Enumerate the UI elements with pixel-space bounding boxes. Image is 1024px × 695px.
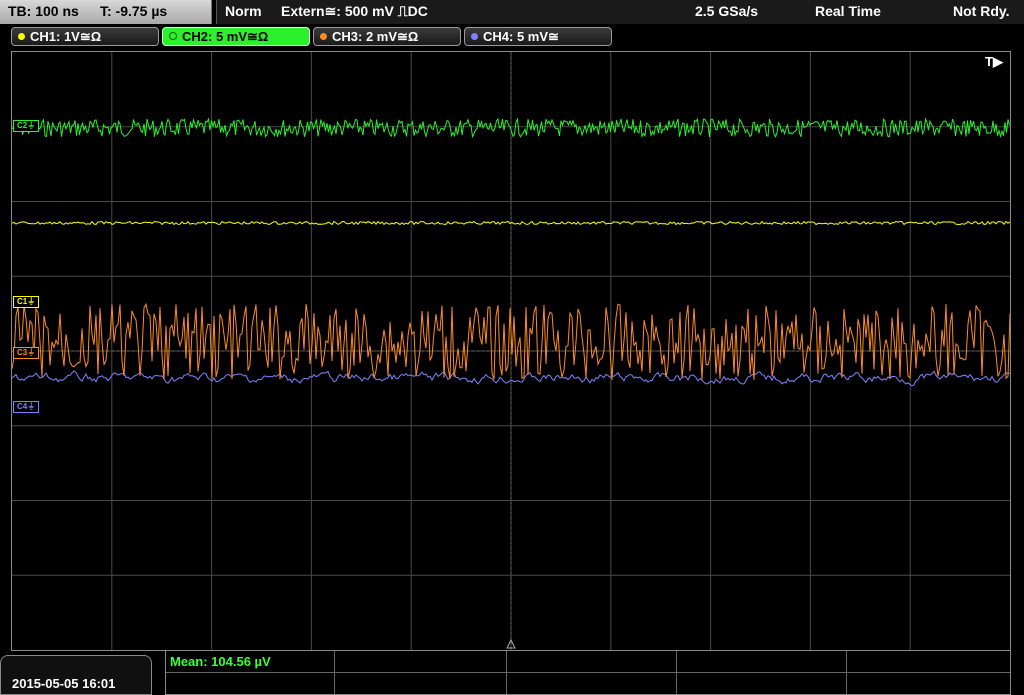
ch1-color-icon	[18, 33, 25, 40]
channel-4-button[interactable]: CH4: 5 mV≅	[464, 27, 612, 46]
measurement-cell-mean[interactable]: Mean: 104.56 µV	[166, 651, 335, 672]
trigger-source: Extern≅: 500 mV ⎍DC	[281, 3, 428, 19]
trigger-status: Not Rdy.	[953, 3, 1010, 19]
waveform-display[interactable]	[11, 51, 1011, 651]
acquisition-mode: Real Time	[815, 3, 881, 19]
measurement-cell[interactable]	[166, 673, 335, 694]
ch2-label: CH2: 5 mV≅Ω	[182, 29, 269, 44]
measurement-row	[166, 673, 1010, 694]
channel-2-button[interactable]: CH2: 5 mV≅Ω	[162, 27, 310, 46]
datetime-box: 2015-05-05 16:01	[0, 655, 152, 695]
datetime: 2015-05-05 16:01	[12, 676, 116, 691]
timebase-box[interactable]: TB: 100 ns T: -9.75 µs	[0, 0, 212, 24]
measurement-cell[interactable]	[506, 651, 677, 672]
ch1-label: CH1: 1V≅Ω	[30, 29, 102, 44]
waveform-canvas	[12, 52, 1010, 650]
ch1-ground-marker[interactable]: C1⏚	[13, 296, 40, 308]
ch3-color-icon	[320, 33, 327, 40]
channel-3-button[interactable]: CH3: 2 mV≅Ω	[313, 27, 461, 46]
mean-measurement: Mean: 104.56 µV	[170, 654, 271, 669]
trigger-mode: Norm	[225, 3, 262, 19]
ch2-ground-marker[interactable]: C2⏚	[13, 120, 40, 132]
ch4-label: CH4: 5 mV≅	[483, 29, 559, 44]
measurement-cell[interactable]	[506, 673, 677, 694]
ch3-ground-marker[interactable]: C3⏚	[13, 347, 40, 359]
ch4-ground-marker[interactable]: C4⏚	[13, 401, 40, 413]
measurement-row: Mean: 104.56 µV	[166, 651, 1010, 673]
measurement-cell[interactable]	[676, 673, 847, 694]
ch2-color-icon	[169, 32, 177, 40]
measurement-panel[interactable]: Mean: 104.56 µV	[165, 651, 1011, 695]
measurement-cell[interactable]	[334, 673, 507, 694]
ch3-label: CH3: 2 mV≅Ω	[332, 29, 419, 44]
trigger-position-marker[interactable]: T▶	[985, 54, 1003, 70]
channel-1-button[interactable]: CH1: 1V≅Ω	[11, 27, 159, 46]
sample-rate: 2.5 GSa/s	[695, 3, 759, 19]
acquisition-status[interactable]: Norm Extern≅: 500 mV ⎍DC 2.5 GSa/s Real …	[216, 0, 1024, 24]
ch4-color-icon	[471, 33, 478, 40]
timebase-value: TB: 100 ns	[8, 3, 79, 19]
trigger-time-value: T: -9.75 µs	[100, 3, 168, 19]
status-bar: TB: 100 ns T: -9.75 µs Norm Extern≅: 500…	[0, 0, 1024, 24]
measurement-cell[interactable]	[676, 651, 847, 672]
measurement-cell[interactable]	[334, 651, 507, 672]
